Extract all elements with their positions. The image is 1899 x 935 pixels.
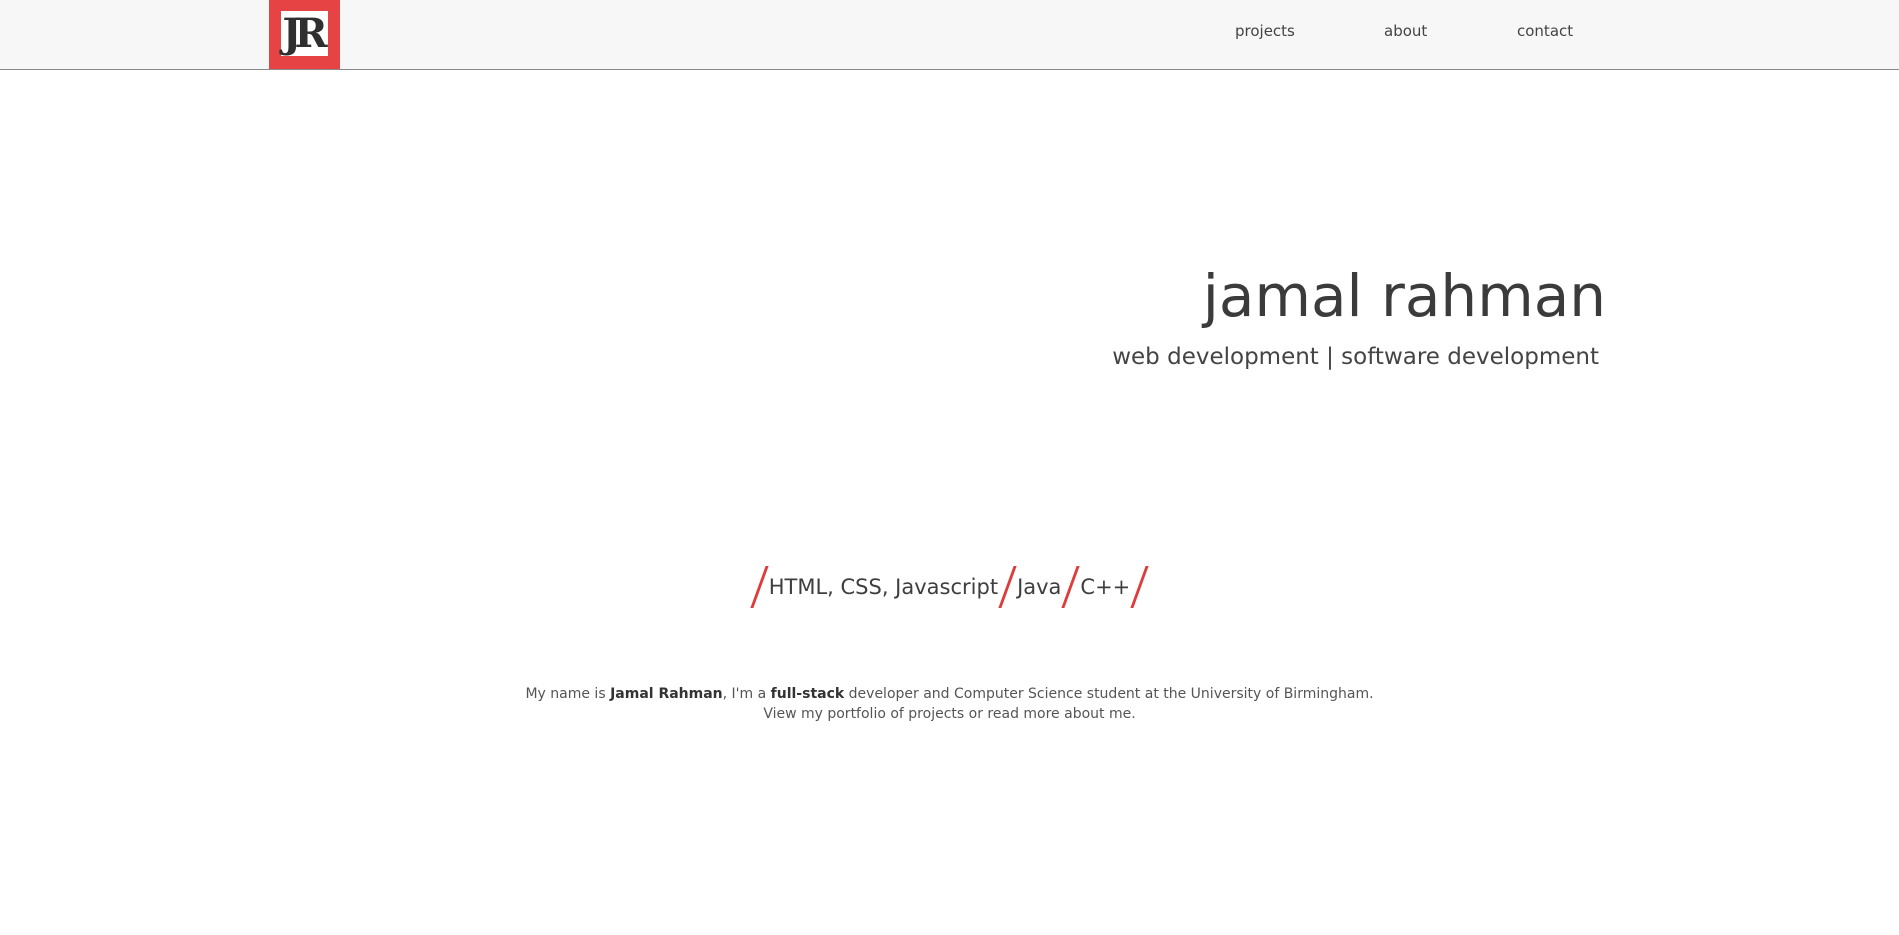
hero-name: jamal rahman	[1202, 262, 1606, 330]
intro-middle: , I'm a	[722, 686, 771, 702]
nav-projects-link[interactable]: projects	[1235, 21, 1295, 41]
intro-name: Jamal Rahman	[610, 686, 723, 702]
intro-highlight: full-stack	[770, 686, 845, 702]
intro-suffix: developer and Computer Science student a…	[844, 686, 1374, 702]
intro-or-text: or	[964, 706, 988, 722]
skill-separator	[1061, 566, 1081, 608]
intro-period: .	[1131, 706, 1136, 722]
skill-web: HTML, CSS, Javascript	[768, 575, 999, 599]
intro-prefix: My name is	[525, 686, 611, 702]
logo-monogram: JR	[282, 9, 327, 57]
site-logo-link[interactable]: JR	[269, 0, 340, 69]
top-navbar: JR projects about contact	[0, 0, 1899, 70]
nav-about-link[interactable]: about	[1384, 21, 1427, 41]
intro-text: My name is Jamal Rahman, I'm a full-stac…	[0, 684, 1899, 724]
intro-line-2: View my portfolio of projects or read mo…	[0, 704, 1899, 724]
skill-separator	[1130, 566, 1149, 608]
skill-separator	[750, 566, 769, 608]
portfolio-link[interactable]: portfolio of projects	[827, 706, 964, 722]
hero-subtitle: web development | software development	[1112, 344, 1599, 370]
logo-mark-box: JR	[281, 11, 328, 56]
nav-contact-link[interactable]: contact	[1517, 21, 1573, 41]
about-me-link[interactable]: read more about me	[987, 706, 1131, 722]
skill-cpp: C++	[1080, 575, 1131, 599]
intro-line-1: My name is Jamal Rahman, I'm a full-stac…	[0, 684, 1899, 704]
skills-list: HTML, CSS, Javascript Java C++	[0, 566, 1899, 608]
skill-separator	[998, 566, 1017, 608]
skill-java: Java	[1017, 575, 1062, 599]
intro-view-prefix: View my	[763, 706, 828, 722]
